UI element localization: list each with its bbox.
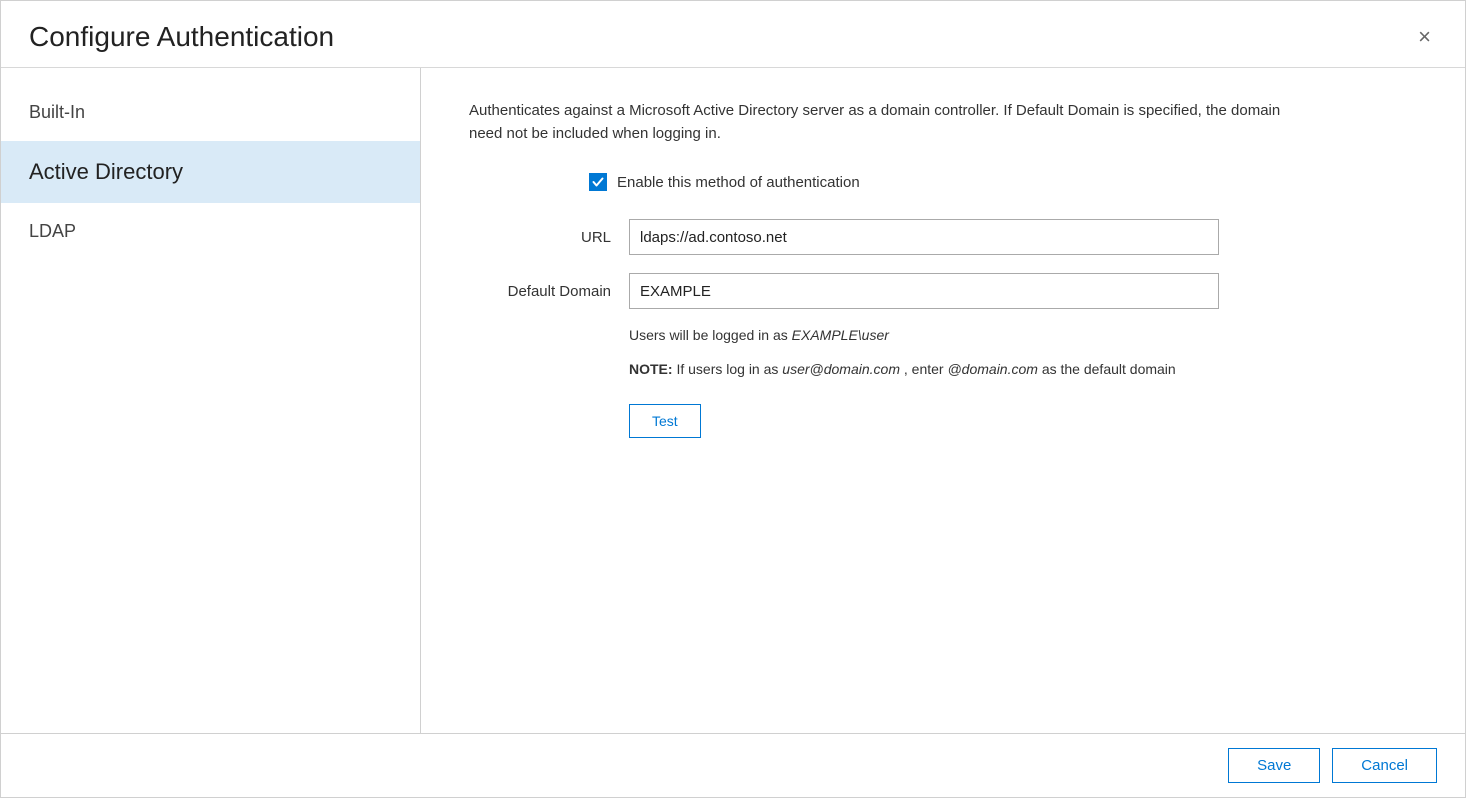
note-text: NOTE: If users log in as user@domain.com… xyxy=(629,361,1176,377)
test-button-row: Test xyxy=(629,404,1417,438)
note-italic-1: user@domain.com xyxy=(782,361,900,377)
note-text-3: as the default domain xyxy=(1042,361,1176,377)
sidebar-item-active-directory[interactable]: Active Directory xyxy=(1,141,420,203)
dialog-footer: Save Cancel xyxy=(1,733,1465,797)
enable-checkbox-label: Enable this method of authentication xyxy=(617,174,860,191)
content-area: Authenticates against a Microsoft Active… xyxy=(421,68,1465,733)
dialog-title: Configure Authentication xyxy=(29,21,334,53)
cancel-button[interactable]: Cancel xyxy=(1332,748,1437,783)
note-text-2: , enter xyxy=(904,361,948,377)
default-domain-label: Default Domain xyxy=(469,283,629,300)
enable-checkbox[interactable] xyxy=(589,173,607,191)
note-row: NOTE: If users log in as user@domain.com… xyxy=(629,359,1289,380)
url-label: URL xyxy=(469,229,629,246)
enable-checkbox-wrapper[interactable]: Enable this method of authentication xyxy=(589,173,860,191)
sidebar-item-builtin[interactable]: Built-In xyxy=(1,84,420,141)
description-text: Authenticates against a Microsoft Active… xyxy=(469,100,1289,145)
login-info-row: Users will be logged in as EXAMPLE\user xyxy=(629,327,1417,345)
default-domain-row: Default Domain xyxy=(469,273,1417,309)
dialog-body: Built-In Active Directory LDAP Authentic… xyxy=(1,68,1465,733)
save-button[interactable]: Save xyxy=(1228,748,1320,783)
login-info-italic: EXAMPLE\user xyxy=(792,327,889,343)
enable-row: Enable this method of authentication xyxy=(589,173,1417,191)
sidebar-item-ldap-label: LDAP xyxy=(29,221,76,241)
dialog-header: Configure Authentication × xyxy=(1,1,1465,68)
url-input[interactable] xyxy=(629,219,1219,255)
note-bold: NOTE: xyxy=(629,361,673,377)
note-text-1: If users log in as xyxy=(676,361,782,377)
sidebar-item-active-directory-label: Active Directory xyxy=(29,159,183,184)
close-button[interactable]: × xyxy=(1412,22,1437,52)
sidebar-item-ldap[interactable]: LDAP xyxy=(1,203,420,260)
note-italic-2: @domain.com xyxy=(947,361,1037,377)
test-button[interactable]: Test xyxy=(629,404,701,438)
checkmark-icon xyxy=(592,176,604,188)
sidebar-item-builtin-label: Built-In xyxy=(29,102,85,122)
default-domain-input[interactable] xyxy=(629,273,1219,309)
login-info-text: Users will be logged in as EXAMPLE\user xyxy=(629,327,889,343)
url-row: URL xyxy=(469,219,1417,255)
sidebar: Built-In Active Directory LDAP xyxy=(1,68,421,733)
configure-authentication-dialog: Configure Authentication × Built-In Acti… xyxy=(0,0,1466,798)
